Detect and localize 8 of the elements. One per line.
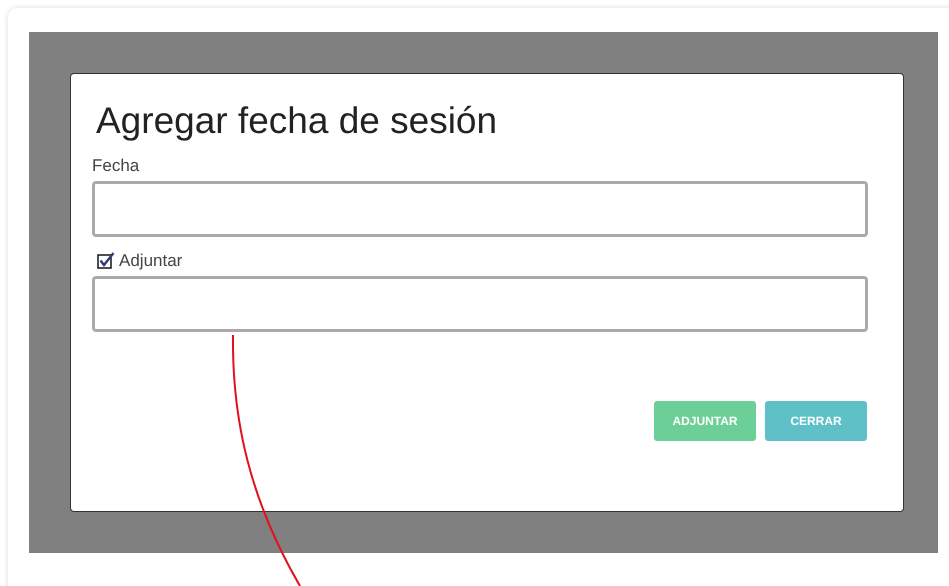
checkbox-label: Adjuntar (119, 251, 182, 271)
input-field[interactable] (92, 276, 868, 332)
dialog-button[interactable]: CERRAR (765, 401, 867, 441)
dialog-button[interactable]: ADJUNTAR (654, 401, 756, 441)
field-label: Fecha (92, 156, 140, 176)
dialog-title: Agregar fecha de sesión (96, 100, 498, 142)
input-field[interactable] (92, 181, 868, 237)
checkbox[interactable] (97, 252, 115, 270)
